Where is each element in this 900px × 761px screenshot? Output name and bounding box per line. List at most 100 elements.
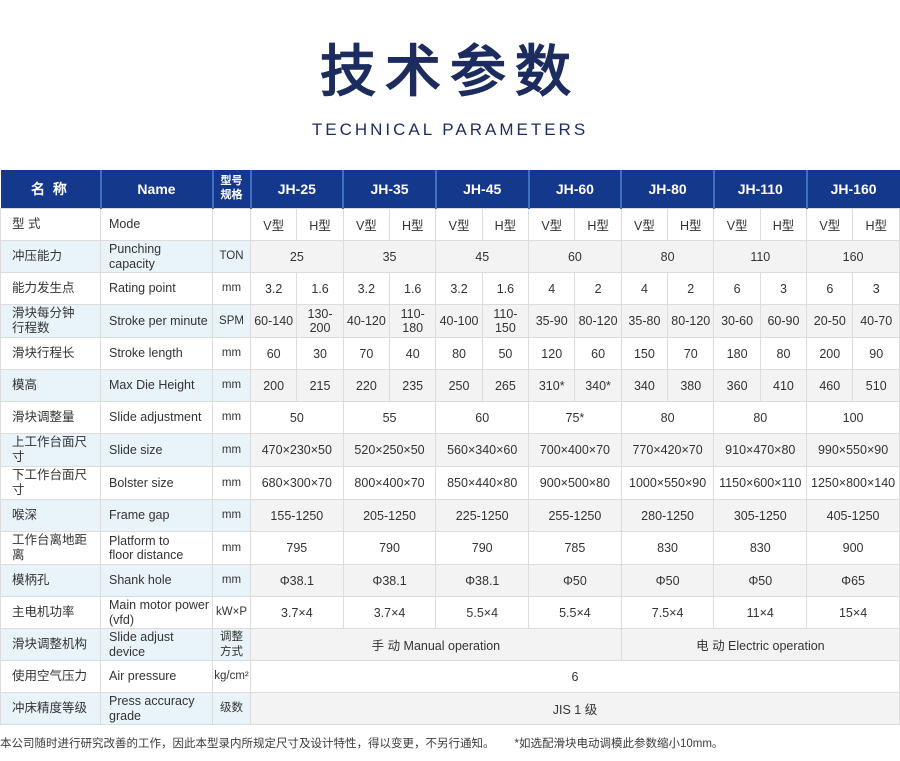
param-label-en: Stroke per minute [101,305,213,338]
param-label-cn: 滑块行程长 [1,338,101,370]
value-cell-7-1: 520×250×50 [343,434,436,467]
value-cell-11-5: Φ50 [714,565,807,597]
value-cell-2-8: 4 [621,273,667,305]
param-row-11: 模柄孔Shank holemmΦ38.1Φ38.1Φ38.1Φ50Φ50Φ50Φ… [1,565,900,597]
value-cell-4-7: 60 [575,338,621,370]
param-label-cn: 型 式 [1,209,101,241]
param-row-9: 喉深Frame gapmm155-1250205-1250225-1250255… [1,500,900,532]
param-unit: mm [213,467,251,500]
value-cell-3-5: 110-150 [482,305,528,338]
param-label-cn: 主电机功率 [1,597,101,629]
param-label-cn: 工作台离地距离 [1,532,101,565]
param-unit: mm [213,500,251,532]
param-label-cn: 下工作台面尺寸 [1,467,101,500]
value-cell-9-6: 405-1250 [807,500,900,532]
value-cell-6-6: 100 [807,402,900,434]
column-header-jh-60: JH-60 [529,170,622,209]
column-header-name-en: Name [101,170,213,209]
value-cell-3-9: 80-120 [668,305,714,338]
value-cell-6-5: 80 [714,402,807,434]
param-label-en: Slide size [101,434,213,467]
param-label-en: Mode [101,209,213,241]
param-label-en: Platform to floor distance [101,532,213,565]
column-header-jh-25: JH-25 [251,170,344,209]
param-label-cn: 使用空气压力 [1,661,101,693]
value-cell-4-8: 150 [621,338,667,370]
value-cell-4-6: 120 [529,338,575,370]
value-cell-3-13: 40-70 [853,305,900,338]
value-cell-0-4: V型 [436,209,482,241]
value-cell-10-2: 790 [436,532,529,565]
value-cell-6-0: 50 [251,402,344,434]
value-cell-12-1: 3.7×4 [343,597,436,629]
value-cell-2-9: 2 [668,273,714,305]
value-cell-3-8: 35-80 [621,305,667,338]
value-cell-1-6: 160 [807,241,900,273]
value-cell-15-0: JIS 1 级 [251,693,900,725]
param-row-3: 滑块每分钟 行程数Stroke per minuteSPM60-140130-2… [1,305,900,338]
value-cell-2-4: 3.2 [436,273,482,305]
param-row-0: 型 式ModeV型H型V型H型V型H型V型H型V型H型V型H型V型H型 [1,209,900,241]
param-unit: TON [213,241,251,273]
value-cell-3-3: 110-180 [390,305,436,338]
value-cell-10-4: 830 [621,532,714,565]
param-row-12: 主电机功率Main motor power (vfd)kW×P3.7×43.7×… [1,597,900,629]
value-cell-10-3: 785 [529,532,622,565]
value-cell-2-0: 3.2 [251,273,297,305]
column-header-jh-110: JH-110 [714,170,807,209]
param-label-en: Rating point [101,273,213,305]
value-cell-8-2: 850×440×80 [436,467,529,500]
param-row-15: 冲床精度等级Press accuracy grade级数JIS 1 级 [1,693,900,725]
param-row-5: 模高Max Die Heightmm200215220235250265310*… [1,370,900,402]
footnote: 本公司随时进行研究改善的工作，因此本型录内所规定尺寸及设计特性，得以变更，不另行… [0,725,900,751]
value-cell-12-0: 3.7×4 [251,597,344,629]
param-unit: kg/cm² [213,661,251,693]
column-header-jh-80: JH-80 [621,170,714,209]
value-cell-12-3: 5.5×4 [529,597,622,629]
value-cell-5-4: 250 [436,370,482,402]
value-cell-11-2: Φ38.1 [436,565,529,597]
param-label-cn: 上工作台面尺寸 [1,434,101,467]
value-cell-2-7: 2 [575,273,621,305]
value-cell-9-4: 280-1250 [621,500,714,532]
param-label-en: Press accuracy grade [101,693,213,725]
value-cell-3-10: 30-60 [714,305,760,338]
value-cell-4-4: 80 [436,338,482,370]
value-cell-0-3: H型 [390,209,436,241]
value-cell-7-4: 770×420×70 [621,434,714,467]
value-cell-4-0: 60 [251,338,297,370]
param-row-13: 滑块调整机构Slide adjust device调整 方式手 动 Manual… [1,629,900,661]
value-cell-1-2: 45 [436,241,529,273]
param-label-en: Max Die Height [101,370,213,402]
value-cell-11-4: Φ50 [621,565,714,597]
value-cell-8-5: 1150×600×110 [714,467,807,500]
value-cell-3-2: 40-120 [343,305,389,338]
param-row-10: 工作台离地距离Platform to floor distancemm79579… [1,532,900,565]
value-cell-14-0: 6 [251,661,900,693]
value-cell-5-10: 360 [714,370,760,402]
value-cell-8-6: 1250×800×140 [807,467,900,500]
value-cell-2-6: 4 [529,273,575,305]
value-cell-5-11: 410 [760,370,806,402]
value-cell-6-4: 80 [621,402,714,434]
param-label-en: Punching capacity [101,241,213,273]
column-header-name-cn: 名 称 [1,170,101,209]
spec-table: 名 称Name型号 规格JH-25JH-35JH-45JH-60JH-80JH-… [0,170,900,725]
title-block: 技术参数 TECHNICAL PARAMETERS [0,0,900,140]
value-cell-2-1: 1.6 [297,273,343,305]
column-header-model-spec: 型号 规格 [213,170,251,209]
value-cell-5-1: 215 [297,370,343,402]
value-cell-4-13: 90 [853,338,900,370]
value-cell-5-8: 340 [621,370,667,402]
value-cell-10-1: 790 [343,532,436,565]
value-cell-10-5: 830 [714,532,807,565]
value-cell-3-7: 80-120 [575,305,621,338]
value-cell-0-11: H型 [760,209,806,241]
param-label-en: Main motor power (vfd) [101,597,213,629]
param-label-cn: 冲床精度等级 [1,693,101,725]
value-cell-0-6: V型 [529,209,575,241]
value-cell-5-12: 460 [807,370,853,402]
value-cell-1-5: 110 [714,241,807,273]
param-row-14: 使用空气压力Air pressurekg/cm²6 [1,661,900,693]
param-unit: 级数 [213,693,251,725]
